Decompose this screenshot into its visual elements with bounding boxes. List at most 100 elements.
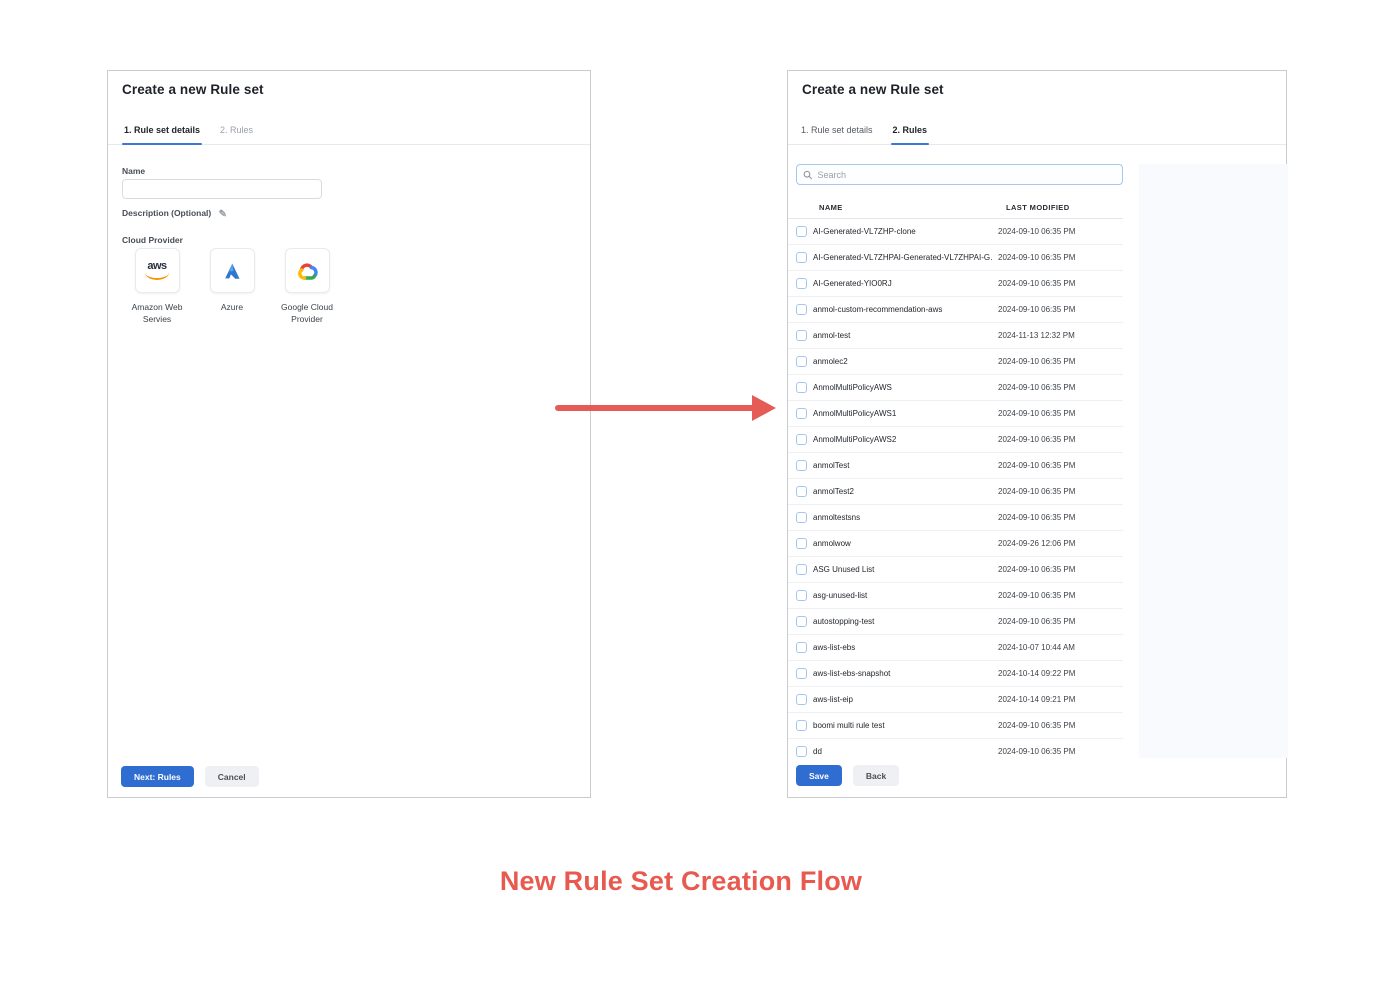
rule-name: aws-list-eip	[813, 695, 992, 704]
row-checkbox[interactable]	[796, 746, 807, 757]
rule-last-modified: 2024-09-10 06:35 PM	[998, 253, 1075, 262]
table-row[interactable]: anmolec2 2024-09-10 06:35 PM	[788, 349, 1123, 375]
rule-name: anmol-test	[813, 331, 992, 340]
provider-label: Amazon Web Servies	[122, 301, 192, 326]
table-row[interactable]: anmolTest2 2024-09-10 06:35 PM	[788, 479, 1123, 505]
row-checkbox[interactable]	[796, 278, 807, 289]
dialog-title: Create a new Rule set	[802, 82, 944, 97]
table-row[interactable]: asg-unused-list 2024-09-10 06:35 PM	[788, 583, 1123, 609]
table-row[interactable]: aws-list-ebs 2024-10-07 10:44 AM	[788, 635, 1123, 661]
rule-last-modified: 2024-09-10 06:35 PM	[998, 513, 1075, 522]
edit-pencil-icon[interactable]: ✎	[219, 209, 227, 220]
table-row[interactable]: AI-Generated-VL7ZHP-clone 2024-09-10 06:…	[788, 219, 1123, 245]
row-checkbox[interactable]	[796, 616, 807, 627]
rule-name: aws-list-ebs	[813, 643, 992, 652]
row-checkbox[interactable]	[796, 304, 807, 315]
rule-name: boomi multi rule test	[813, 721, 992, 730]
rule-last-modified: 2024-09-10 06:35 PM	[998, 487, 1075, 496]
rule-name: AI-Generated-VL7ZHPAI-Generated-VL7ZHPAI…	[813, 253, 992, 262]
table-row[interactable]: aws-list-eip 2024-10-14 09:21 PM	[788, 687, 1123, 713]
column-header-last-modified: LAST MODIFIED	[1006, 203, 1070, 212]
rule-last-modified: 2024-09-10 06:35 PM	[998, 461, 1075, 470]
row-checkbox[interactable]	[796, 330, 807, 341]
table-row[interactable]: AI-Generated-YIO0RJ 2024-09-10 06:35 PM	[788, 271, 1123, 297]
rule-name: autostopping-test	[813, 617, 992, 626]
row-checkbox[interactable]	[796, 408, 807, 419]
rule-last-modified: 2024-10-14 09:22 PM	[998, 669, 1075, 678]
provider-option-aws: aws Amazon Web Servies	[122, 248, 192, 326]
rule-name: AnmolMultiPolicyAWS	[813, 383, 992, 392]
gcp-card[interactable]	[285, 248, 330, 293]
tab-rule-set-details[interactable]: 1. Rule set details	[122, 125, 202, 144]
rule-name: anmol-custom-recommendation-aws	[813, 305, 992, 314]
table-row[interactable]: boomi multi rule test 2024-09-10 06:35 P…	[788, 713, 1123, 739]
rule-name: anmolec2	[813, 357, 992, 366]
rule-name: anmolTest2	[813, 487, 992, 496]
provider-option-gcp: Google Cloud Provider	[272, 248, 342, 326]
tab-rules[interactable]: 2. Rules	[891, 125, 930, 144]
rule-last-modified: 2024-09-10 06:35 PM	[998, 227, 1075, 236]
cancel-button[interactable]: Cancel	[205, 766, 259, 787]
rule-name: dd	[813, 747, 992, 756]
azure-card[interactable]	[210, 248, 255, 293]
row-checkbox[interactable]	[796, 434, 807, 445]
rule-name: asg-unused-list	[813, 591, 992, 600]
flow-arrow	[552, 390, 782, 426]
table-row[interactable]: anmolwow 2024-09-26 12:06 PM	[788, 531, 1123, 557]
tab-rule-set-details[interactable]: 1. Rule set details	[799, 125, 875, 144]
tab-rules[interactable]: 2. Rules	[218, 125, 255, 144]
row-checkbox[interactable]	[796, 590, 807, 601]
rules-table-body: AI-Generated-VL7ZHP-clone 2024-09-10 06:…	[788, 219, 1123, 758]
table-row[interactable]: ASG Unused List 2024-09-10 06:35 PM	[788, 557, 1123, 583]
table-row[interactable]: AnmolMultiPolicyAWS2 2024-09-10 06:35 PM	[788, 427, 1123, 453]
row-checkbox[interactable]	[796, 538, 807, 549]
table-row[interactable]: anmol-test 2024-11-13 12:32 PM	[788, 323, 1123, 349]
rule-name: aws-list-ebs-snapshot	[813, 669, 992, 678]
row-checkbox[interactable]	[796, 226, 807, 237]
row-checkbox[interactable]	[796, 564, 807, 575]
cloud-provider-options: aws Amazon Web Servies Azure	[122, 248, 342, 326]
name-input[interactable]	[122, 179, 322, 199]
row-checkbox[interactable]	[796, 252, 807, 263]
table-row[interactable]: anmoltestsns 2024-09-10 06:35 PM	[788, 505, 1123, 531]
table-row[interactable]: dd 2024-09-10 06:35 PM	[788, 739, 1123, 758]
back-button[interactable]: Back	[853, 765, 899, 786]
table-row[interactable]: aws-list-ebs-snapshot 2024-10-14 09:22 P…	[788, 661, 1123, 687]
row-checkbox[interactable]	[796, 460, 807, 471]
rule-last-modified: 2024-09-10 06:35 PM	[998, 357, 1075, 366]
table-row[interactable]: autostopping-test 2024-09-10 06:35 PM	[788, 609, 1123, 635]
provider-option-azure: Azure	[197, 248, 267, 326]
row-checkbox[interactable]	[796, 512, 807, 523]
search-input[interactable]	[818, 170, 1116, 180]
table-row[interactable]: AnmolMultiPolicyAWS 2024-09-10 06:35 PM	[788, 375, 1123, 401]
row-checkbox[interactable]	[796, 720, 807, 731]
provider-label: Azure	[221, 301, 243, 313]
create-ruleset-dialog-step1: Create a new Rule set 1. Rule set detail…	[107, 70, 591, 798]
row-checkbox[interactable]	[796, 694, 807, 705]
row-checkbox[interactable]	[796, 486, 807, 497]
row-checkbox[interactable]	[796, 642, 807, 653]
rule-last-modified: 2024-09-10 06:35 PM	[998, 721, 1075, 730]
table-row[interactable]: anmol-custom-recommendation-aws 2024-09-…	[788, 297, 1123, 323]
row-checkbox[interactable]	[796, 382, 807, 393]
next-rules-button[interactable]: Next: Rules	[121, 766, 194, 787]
table-row[interactable]: AI-Generated-VL7ZHPAI-Generated-VL7ZHPAI…	[788, 245, 1123, 271]
table-row[interactable]: AnmolMultiPolicyAWS1 2024-09-10 06:35 PM	[788, 401, 1123, 427]
provider-label: Google Cloud Provider	[272, 301, 342, 326]
save-button[interactable]: Save	[796, 765, 842, 786]
rule-last-modified: 2024-09-10 06:35 PM	[998, 747, 1075, 756]
description-label: Description (Optional) ✎	[122, 208, 227, 219]
row-checkbox[interactable]	[796, 356, 807, 367]
rule-last-modified: 2024-09-10 06:35 PM	[998, 383, 1075, 392]
table-header: NAME LAST MODIFIED	[788, 197, 1123, 219]
rules-detail-side-panel	[1139, 164, 1288, 758]
table-row[interactable]: anmolTest 2024-09-10 06:35 PM	[788, 453, 1123, 479]
dialog-title: Create a new Rule set	[122, 82, 264, 97]
create-ruleset-dialog-step2: Create a new Rule set 1. Rule set detail…	[787, 70, 1287, 798]
rule-last-modified: 2024-09-26 12:06 PM	[998, 539, 1075, 548]
description-label-text: Description (Optional)	[122, 208, 211, 218]
rule-name: anmolwow	[813, 539, 992, 548]
azure-icon	[221, 260, 243, 282]
row-checkbox[interactable]	[796, 668, 807, 679]
aws-card[interactable]: aws	[135, 248, 180, 293]
